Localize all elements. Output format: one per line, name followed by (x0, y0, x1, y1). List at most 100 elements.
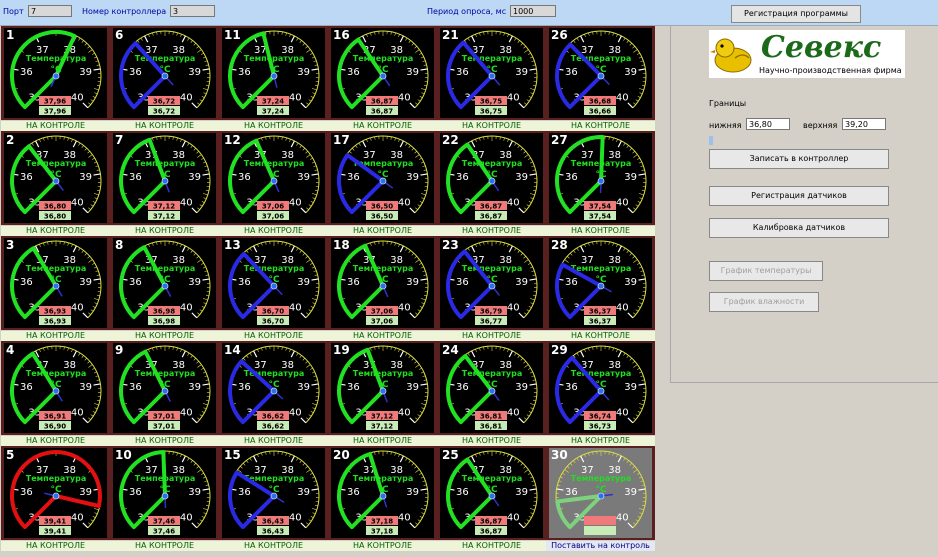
gauge-tick-label: 39 (297, 382, 310, 393)
gauge-tick-label: 39 (297, 487, 310, 498)
register-program-button[interactable]: Регистрация программы (731, 5, 861, 23)
current-value-box (584, 516, 616, 525)
reading-value: 39,41 (44, 528, 66, 536)
sensor-gauge-11[interactable]: 373836393540Температура°C1137,2437,24 (219, 26, 328, 120)
gauge-title: Температура (462, 159, 522, 168)
sensor-gauge-24[interactable]: 37 38 36 39 35 40 Температура °C 24 36,81 36,81 (437, 341, 546, 435)
gauge-tick-label: 36 (20, 172, 33, 183)
gauge-tick-label: 40 (289, 303, 302, 314)
sensor-gauge-30[interactable]: 37 38 36 39 35 40 Температура °C 30 (546, 446, 655, 540)
humidity-chart-button[interactable]: График влажности (709, 292, 819, 312)
gauge-tick-label: 40 (180, 93, 193, 104)
current-value: 36,70 (262, 308, 284, 316)
sensor-gauge-29[interactable]: 37 38 36 39 35 40 Температура °C 29 36,74 36,73 (546, 341, 655, 435)
current-value: 36,91 (44, 413, 66, 421)
sensor-gauge-13[interactable]: 37 38 36 39 35 40 Температура °C 13 36,70 36,70 (219, 236, 328, 330)
sensor-gauge-26[interactable]: 37 38 36 39 35 40 Температура °C 26 36,68 36,66 (546, 26, 655, 120)
temperature-chart-button[interactable]: График температуры (709, 261, 823, 281)
gauge-title: Температура (244, 54, 304, 63)
current-value: 37,12 (371, 413, 393, 421)
sensor-gauge-12[interactable]: 37 38 36 39 35 40 Температура °C 12 37,06 37,06 (219, 131, 328, 225)
sensor-gauge-19[interactable]: 37 38 36 39 35 40 Температура °C 19 37,12 37,12 (328, 341, 437, 435)
sensor-status-30[interactable]: Поставить на контроль (546, 541, 655, 551)
sensor-status-12: НА КОНТРОЛЕ (219, 226, 328, 236)
gauge-hub (597, 72, 605, 80)
gauge-title: Температура (135, 369, 195, 378)
gauge-tick-label: 39 (406, 382, 419, 393)
gauge-hub (379, 387, 387, 395)
gauge-hub (597, 177, 605, 185)
gauge-dial: 37 3836 3935 40Температура°C436,9136,90 (4, 343, 107, 433)
sensor-gauge-6[interactable]: 37 38 36 39 35 40 Температура °C 6 36,72 36,72 (110, 26, 219, 120)
gauge-tick-label: 40 (507, 513, 520, 524)
current-value: 36,93 (44, 308, 66, 316)
sensor-gauge-17[interactable]: 37 38 36 39 35 40 Температура °C 17 36,50 36,50 (328, 131, 437, 225)
gauge-tick-label: 36 (238, 172, 251, 183)
reading-value: 36,87 (371, 108, 393, 116)
sensor-gauge-8[interactable]: 373836393540Температура°C836,9836,98 (110, 236, 219, 330)
gauge-tick-label: 36 (20, 67, 33, 78)
upper-limit-input[interactable]: 39,20 (842, 118, 886, 130)
sensor-gauge-23[interactable]: 37 38 36 39 35 40 Температура °C 23 36,79 36,77 (437, 236, 546, 330)
gauge-tick-label: 39 (406, 67, 419, 78)
gauge-title: Температура (353, 474, 413, 483)
sensor-gauge-16[interactable]: 37 38 36 39 35 40 Температура °C 16 36,87 36,87 (328, 26, 437, 120)
gauge-dial: 37 3836 3935 40Температура°C2136,7536,75 (440, 28, 543, 118)
register-sensors-button[interactable]: Регистрация датчиков (709, 186, 889, 206)
sensor-gauge-9[interactable]: 373836393540Температура°C937,0137,01 (110, 341, 219, 435)
sensor-gauge-7[interactable]: 37 38 36 39 35 40 Температура °C 7 37,12 37,12 (110, 131, 219, 225)
current-value: 36,80 (44, 203, 66, 211)
sensor-gauge-3[interactable]: 373836393540Температура°C336,9336,93 (1, 236, 110, 330)
sensor-gauge-5[interactable]: 37 38 36 39 35 40 Температура °C 5 39,41 39,41 (1, 446, 110, 540)
gauge-tick-label: 40 (616, 198, 629, 209)
sensor-status-5: НА КОНТРОЛЕ (1, 541, 110, 551)
gauge-title: Температура (135, 264, 195, 273)
current-value: 36,68 (589, 98, 611, 106)
current-value: 37,12 (153, 203, 175, 211)
reading-value: 36,75 (480, 108, 502, 116)
write-controller-button[interactable]: Записать в контроллер (709, 149, 889, 169)
reading-value: 36,62 (262, 423, 284, 431)
controller-input[interactable]: 3 (170, 5, 215, 17)
sensor-gauge-14[interactable]: 37 38 36 39 35 40 Температура °C 14 36,62 36,62 (219, 341, 328, 435)
sensor-gauge-15[interactable]: 37 38 36 39 35 40 Температура °C 15 36,43 36,43 (219, 446, 328, 540)
sensor-gauge-21[interactable]: 37 38 36 39 35 40 Температура °C 21 36,75 36,75 (437, 26, 546, 120)
gauge-tick-label: 40 (180, 408, 193, 419)
gauge-tick-label: 40 (289, 408, 302, 419)
sensor-gauge-4[interactable]: 37 38 36 39 35 40 Температура °C 4 36,91 36,90 (1, 341, 110, 435)
gauge-tick-label: 36 (347, 67, 360, 78)
sensor-number: 20 (333, 448, 350, 462)
gauge-tick-label: 36 (456, 67, 469, 78)
sensor-gauge-20[interactable]: 37 38 36 39 35 40 Температура °C 20 37,18 37,18 (328, 446, 437, 540)
gauge-hub (597, 387, 605, 395)
sensor-number: 25 (442, 448, 459, 462)
lower-limit-input[interactable]: 36,80 (746, 118, 790, 130)
gauge-dial: 37 3836 3935 40Температура°C1636,8736,87 (331, 28, 434, 118)
period-input[interactable]: 1000 (510, 5, 556, 17)
sensor-gauge-18[interactable]: 37 38 36 39 35 40 Температура °C 18 37,06 37,06 (328, 236, 437, 330)
sensor-gauge-1[interactable]: 37 38 36 39 35 40 Температура °C 1 37,96 37,96 (1, 26, 110, 120)
gauge-tick-label: 39 (188, 487, 201, 498)
gauge-dial: 37 3836 3935 40Температура°C737,1237,12 (113, 133, 216, 223)
gauge-needle (599, 136, 605, 182)
sensor-gauge-28[interactable]: 37 38 36 39 35 40 Температура °C 28 36,37 36,37 (546, 236, 655, 330)
sensor-gauge-22[interactable]: 37 38 36 39 35 40 Температура °C 22 36,87 36,87 (437, 131, 546, 225)
current-value: 36,62 (262, 413, 284, 421)
sensor-status-28: НА КОНТРОЛЕ (546, 331, 655, 341)
gauge-tick-label: 40 (289, 93, 302, 104)
gauge-tick-label: 39 (297, 172, 310, 183)
calibrate-sensors-button[interactable]: Калибровка датчиков (709, 218, 889, 238)
gauge-tick-label: 36 (456, 172, 469, 183)
sensor-gauge-27[interactable]: 373836393540Температура°C2737,5437,54 (546, 131, 655, 225)
reading-value: 36,87 (480, 213, 502, 221)
gauge-tick-label: 36 (129, 172, 142, 183)
company-logo: Севекс Научно-производственная фирма (709, 30, 905, 78)
sensor-gauge-25[interactable]: 37 38 36 39 35 40 Температура °C 25 36,87 36,87 (437, 446, 546, 540)
current-value: 37,96 (44, 98, 66, 106)
sensor-gauge-10[interactable]: 373836393540Температура°C1037,4637,46 (110, 446, 219, 540)
gauge-title: Температура (571, 474, 631, 483)
port-input[interactable]: 7 (28, 5, 72, 17)
sensor-number: 4 (6, 343, 14, 357)
sensor-gauge-2[interactable]: 37 38 36 39 35 40 Температура °C 2 36,80 36,80 (1, 131, 110, 225)
current-value: 37,54 (589, 203, 611, 211)
